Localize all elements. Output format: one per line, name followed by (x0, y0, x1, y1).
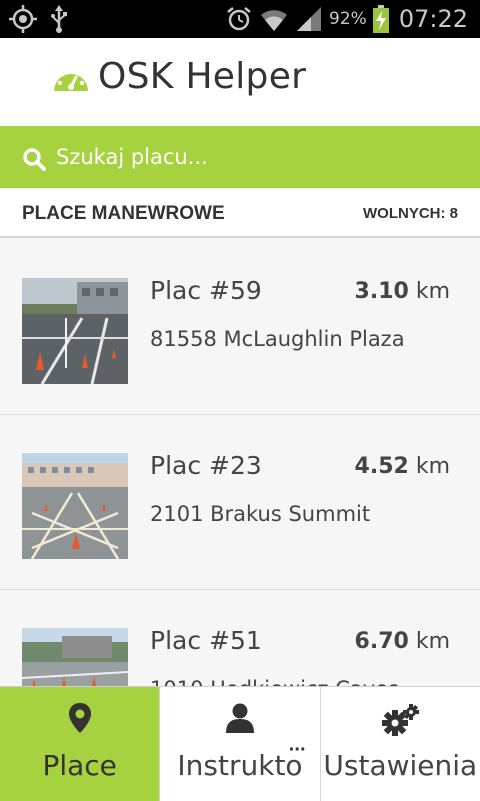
yard-address: 81558 McLaughlin Plaza (150, 327, 405, 351)
yard-thumbnail (22, 628, 128, 686)
speedometer-icon (52, 63, 90, 100)
tab-label: Ustawienia (323, 749, 478, 782)
tab-place[interactable]: Place (0, 687, 161, 801)
distance-unit: km (415, 629, 450, 654)
yard-name: Plac #23 (150, 451, 262, 480)
wifi-icon (259, 5, 289, 33)
yard-thumbnail (22, 278, 128, 384)
status-bar: 92% 07:22 (0, 0, 480, 38)
yard-name: Plac #59 (150, 276, 262, 305)
distance-value: 4.52 (354, 454, 409, 479)
tab-settings[interactable]: Ustawienia (321, 687, 480, 801)
search-icon[interactable] (22, 147, 46, 176)
yard-address: 1010 Hodkiewicz Caves (150, 677, 399, 686)
battery-percentage: 92% (329, 9, 367, 29)
available-count: WOLNYCH: 8 (363, 205, 458, 222)
alarm-icon (225, 5, 253, 33)
user-icon (160, 703, 319, 733)
distance-unit: km (415, 454, 450, 479)
yard-address: 2101 Brakus Summit (150, 502, 371, 526)
yard-name: Plac #51 (150, 626, 262, 655)
overflow-indicator: ··· (288, 739, 307, 761)
bottom-navigation: Place Instrukto ··· Ustawienia (0, 686, 480, 801)
distance-value: 6.70 (354, 629, 409, 654)
yard-distance: 6.70 km (355, 629, 450, 654)
search-input[interactable] (56, 138, 456, 176)
app-header: OSK Helper (0, 38, 480, 126)
search-bar (0, 126, 480, 188)
yard-distance: 4.52 km (355, 454, 450, 479)
section-title: PLACE MANEWROWE (22, 203, 225, 224)
yard-list: Plac #59 3.10 km 81558 McLaughlin Plaza (0, 240, 480, 686)
distance-value: 3.10 (354, 279, 409, 304)
clock: 07:22 (398, 5, 468, 33)
tab-instructors[interactable]: Instrukto ··· (160, 687, 321, 801)
signal-icon (295, 5, 323, 33)
section-header: PLACE MANEWROWE WOLNYCH: 8 (0, 188, 480, 238)
list-item[interactable]: Plac #51 6.70 km 1010 Hodkiewicz Caves (0, 590, 480, 686)
gears-icon (321, 703, 480, 737)
gps-icon (8, 4, 38, 34)
usb-icon (50, 5, 68, 33)
distance-unit: km (415, 279, 450, 304)
yard-thumbnail (22, 453, 128, 559)
list-item[interactable]: Plac #59 3.10 km 81558 McLaughlin Plaza (0, 240, 480, 415)
yard-distance: 3.10 km (355, 279, 450, 304)
tab-label: Place (42, 749, 117, 782)
map-pin-icon (0, 703, 159, 733)
list-item[interactable]: Plac #23 4.52 km 2101 Brakus Summit (0, 415, 480, 590)
battery-charging-icon (372, 5, 389, 33)
app-title: OSK Helper (98, 56, 307, 97)
